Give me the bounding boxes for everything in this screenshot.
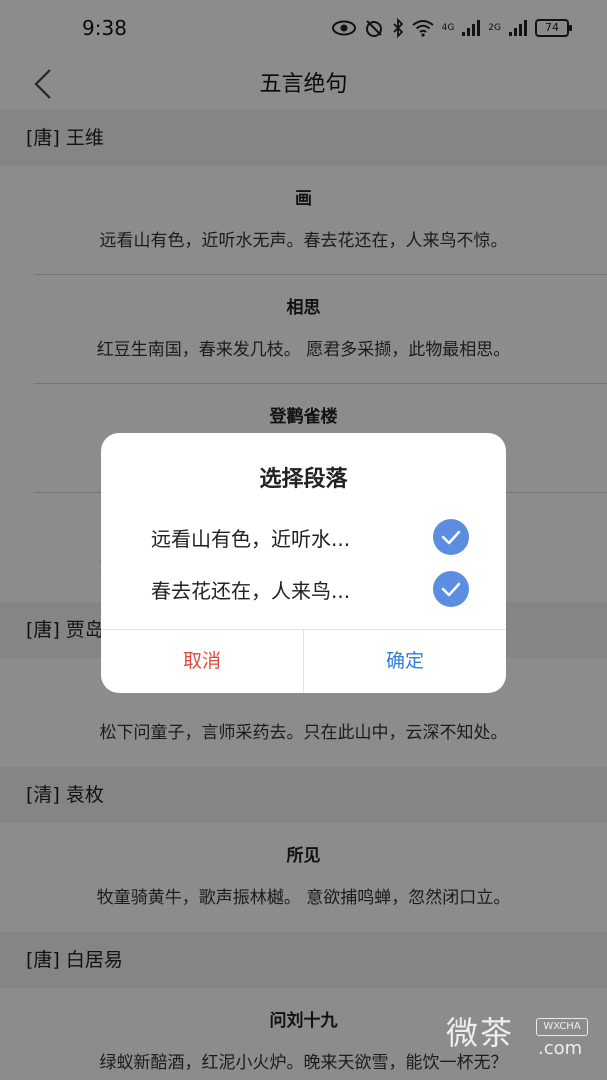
watermark-domain: .com <box>538 1038 583 1059</box>
option-text: 远看山有色，近听水... <box>151 527 351 551</box>
option-text: 春去花还在，人来鸟... <box>151 579 351 603</box>
paragraph-option[interactable]: 春去花还在，人来鸟... <box>101 565 506 613</box>
cancel-button[interactable]: 取消 <box>101 629 303 693</box>
watermark-badge: WXCHA <box>536 1018 588 1036</box>
checkmark-icon[interactable] <box>433 519 469 555</box>
watermark-logo-text: 微茶 <box>446 1014 515 1052</box>
watermark: 微茶 WXCHA .com <box>446 1008 596 1068</box>
dialog-title: 选择段落 <box>259 467 348 492</box>
screen: 9:38 4G 2G 74 五言绝句 [唐] 王维 画 远看山有色，近听水无声。… <box>0 0 607 1080</box>
select-paragraph-dialog: 选择段落 远看山有色，近听水... 春去花还在，人来鸟... 取消 确定 <box>101 433 506 693</box>
paragraph-option[interactable]: 远看山有色，近听水... <box>101 513 506 561</box>
checkmark-icon[interactable] <box>433 571 469 607</box>
confirm-button[interactable]: 确定 <box>304 629 506 693</box>
